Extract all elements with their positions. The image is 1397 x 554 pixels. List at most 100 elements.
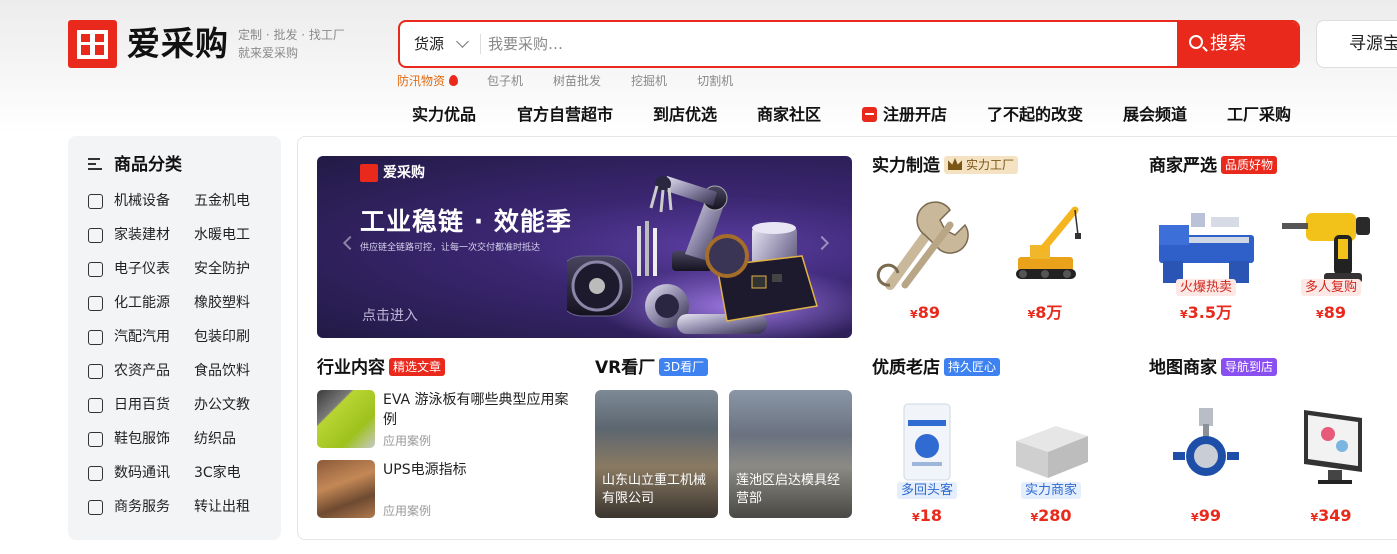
logo-text[interactable]: 爱采购 bbox=[127, 22, 229, 66]
product-badge: 实力商家 bbox=[1020, 482, 1082, 499]
nav-item[interactable]: 官方自营超市 bbox=[517, 103, 613, 127]
category-link[interactable]: 家装建材 bbox=[114, 225, 170, 245]
chemical-bag-image bbox=[903, 403, 951, 481]
nav-item[interactable]: 实力优品 bbox=[412, 103, 476, 127]
product-badge: 多回头客 bbox=[896, 482, 958, 499]
cup-icon bbox=[88, 398, 103, 413]
section-title-industry[interactable]: 行业内容 精选文章 bbox=[317, 357, 446, 379]
promo-banner[interactable]: 爱采购 工业稳链 · 效能季 供应链全链路可控，让每一次交付都准时抵达 点击进入 bbox=[317, 156, 852, 338]
apple-icon bbox=[88, 364, 103, 379]
nav-item-register[interactable]: 注册开店 bbox=[862, 103, 947, 127]
category-link[interactable]: 安全防护 bbox=[194, 259, 250, 279]
banner-logo-text: 爱采购 bbox=[383, 165, 425, 181]
merchant-select-tag: 品质好物 bbox=[1221, 156, 1278, 174]
article-title[interactable]: UPS电源指标 bbox=[383, 460, 573, 480]
old-store-tag: 持久匠心 bbox=[944, 358, 1001, 376]
gift-icon bbox=[862, 107, 877, 122]
article-item[interactable]: EVA 游泳板有哪些典型应用案例 应用案例 bbox=[317, 390, 577, 450]
category-link[interactable]: 橡胶塑料 bbox=[194, 293, 250, 313]
category-link[interactable]: 日用百货 bbox=[114, 395, 170, 415]
category-link[interactable]: 汽配汽用 bbox=[114, 327, 170, 347]
section-title-map[interactable]: 地图商家 导航到店 bbox=[1149, 357, 1278, 379]
category-link[interactable]: 商务服务 bbox=[114, 497, 170, 517]
logo-tagline: 定制 · 批发 · 找工厂 就来爱采购 bbox=[238, 26, 345, 62]
product-badge: 多人复购 bbox=[1300, 279, 1362, 296]
section-title-strength[interactable]: 实力制造 实力工厂 bbox=[872, 155, 1019, 177]
banner-logo-icon bbox=[360, 164, 378, 182]
section-title-merchant[interactable]: 商家严选 品质好物 bbox=[1149, 155, 1278, 177]
laptop-icon bbox=[88, 466, 103, 481]
product-card[interactable]: ¥8万 bbox=[990, 195, 1100, 325]
product-price: ¥99 bbox=[1191, 506, 1221, 525]
category-link[interactable]: 办公文教 bbox=[194, 395, 250, 415]
product-price: ¥89 bbox=[910, 303, 940, 322]
category-link[interactable]: 机械设备 bbox=[114, 191, 170, 211]
banner-title: 工业稳链 · 效能季 bbox=[360, 207, 572, 236]
category-link[interactable]: 纺织品 bbox=[194, 429, 236, 449]
category-link[interactable]: 鞋包服饰 bbox=[114, 429, 170, 449]
category-link[interactable]: 水暖电工 bbox=[194, 225, 250, 245]
tagline-line-1: 定制 · 批发 · 找工厂 bbox=[238, 28, 345, 42]
category-link[interactable]: 化工能源 bbox=[114, 293, 170, 313]
product-card[interactable]: 火爆热卖 ¥3.5万 bbox=[1151, 195, 1261, 325]
category-link[interactable]: 农资产品 bbox=[114, 361, 170, 381]
search-bar: 货源 搜索 bbox=[398, 20, 1300, 68]
category-link[interactable]: 五金机电 bbox=[194, 191, 250, 211]
article-thumbnail bbox=[317, 390, 375, 448]
product-card[interactable]: 实力商家 ¥280 bbox=[996, 396, 1106, 526]
nav-item[interactable]: 商家社区 bbox=[757, 103, 821, 127]
category-link[interactable]: 食品饮料 bbox=[194, 361, 250, 381]
product-card[interactable]: ¥99 bbox=[1151, 396, 1261, 526]
nav-item[interactable]: 展会频道 bbox=[1123, 103, 1187, 127]
category-link[interactable]: 转让出租 bbox=[194, 497, 250, 517]
product-badge: 火爆热卖 bbox=[1175, 279, 1237, 296]
category-link[interactable]: 3C家电 bbox=[194, 463, 241, 483]
category-link[interactable]: 数码通讯 bbox=[114, 463, 170, 483]
product-card[interactable]: 多回头客 ¥18 bbox=[872, 396, 982, 526]
machine-icon bbox=[88, 194, 103, 209]
hot-search-words: 防汛物资 包子机 树苗批发 挖掘机 切割机 bbox=[397, 72, 763, 90]
sidebar-title: 商品分类 bbox=[114, 155, 182, 175]
crown-icon bbox=[948, 158, 962, 170]
flask-icon bbox=[88, 296, 103, 311]
hot-word[interactable]: 包子机 bbox=[487, 72, 523, 90]
shirt-icon bbox=[88, 432, 103, 447]
product-card[interactable]: 多人复购 ¥89 bbox=[1276, 195, 1386, 325]
hot-word[interactable]: 挖掘机 bbox=[631, 72, 667, 90]
banner-cta[interactable]: 点击进入 bbox=[362, 306, 418, 326]
product-price: ¥3.5万 bbox=[1179, 303, 1232, 322]
section-title-vr[interactable]: VR看厂 3D看厂 bbox=[595, 357, 709, 379]
product-price: ¥349 bbox=[1310, 506, 1352, 525]
search-divider bbox=[480, 34, 481, 54]
category-link[interactable]: 电子仪表 bbox=[114, 259, 170, 279]
section-title-old-store[interactable]: 优质老店 持久匠心 bbox=[872, 357, 1001, 379]
article-category: 应用案例 bbox=[383, 434, 432, 448]
map-navigate-tag: 导航到店 bbox=[1221, 358, 1278, 376]
hot-word[interactable]: 防汛物资 bbox=[397, 72, 445, 90]
article-title[interactable]: EVA 游泳板有哪些典型应用案例 bbox=[383, 390, 573, 430]
search-type-dropdown[interactable]: 货源 bbox=[414, 22, 444, 66]
tagline-line-2: 就来爱采购 bbox=[238, 46, 299, 60]
category-link[interactable]: 包装印刷 bbox=[194, 327, 250, 347]
factory-name: 山东山立重工机械有限公司 bbox=[602, 473, 707, 506]
product-card[interactable]: ¥349 bbox=[1276, 396, 1386, 526]
product-card[interactable]: ¥89 bbox=[870, 195, 980, 325]
chevron-down-icon[interactable] bbox=[456, 35, 469, 48]
source-treasure-button[interactable]: 寻源宝 bbox=[1316, 20, 1397, 68]
carousel-prev-icon[interactable] bbox=[342, 235, 358, 251]
vr-factory-card[interactable]: 山东山立重工机械有限公司 bbox=[595, 390, 718, 518]
article-item[interactable]: UPS电源指标 应用案例 bbox=[317, 460, 577, 520]
nav-item[interactable]: 到店优选 bbox=[653, 103, 717, 127]
nav-item[interactable]: 了不起的改变 bbox=[987, 103, 1083, 127]
wrench-image bbox=[876, 201, 969, 290]
nav-item[interactable]: 工厂采购 bbox=[1227, 103, 1291, 127]
factory-name: 莲池区启达模具经营部 bbox=[736, 473, 841, 506]
hot-word[interactable]: 切割机 bbox=[697, 72, 733, 90]
article-thumbnail bbox=[317, 460, 375, 518]
logo-icon[interactable] bbox=[68, 20, 117, 68]
search-button[interactable]: 搜索 bbox=[1177, 22, 1298, 66]
search-input[interactable] bbox=[488, 22, 1168, 66]
vr-factory-card[interactable]: 莲池区启达模具经营部 bbox=[729, 390, 852, 518]
hot-word[interactable]: 树苗批发 bbox=[553, 72, 601, 90]
industry-content-tag: 精选文章 bbox=[389, 358, 446, 376]
